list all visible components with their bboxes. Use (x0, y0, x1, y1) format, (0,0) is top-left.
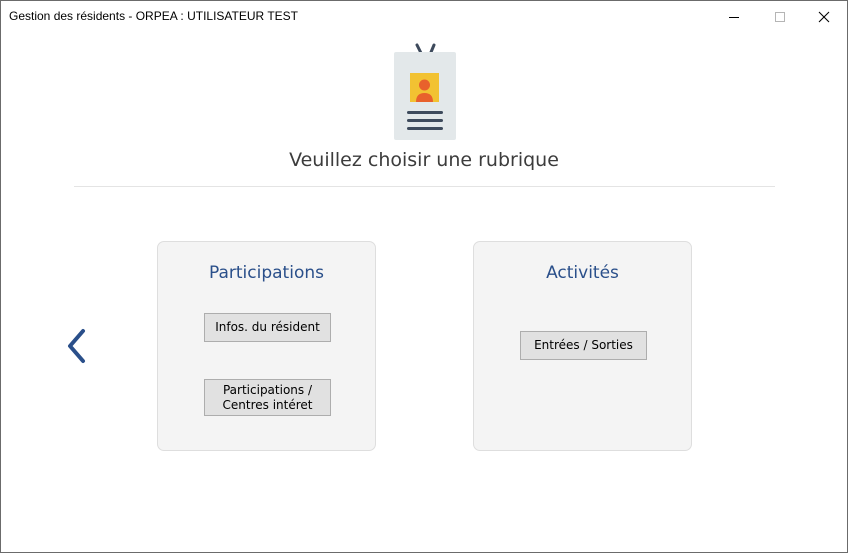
title-bar[interactable]: Gestion des résidents - ORPEA : UTILISAT… (1, 1, 847, 32)
entrees-sorties-button[interactable]: Entrées / Sorties (520, 331, 647, 360)
button-label: Infos. du résident (215, 320, 320, 334)
close-button[interactable] (801, 1, 847, 32)
chevron-left-icon[interactable] (63, 328, 91, 364)
card-title: Activités (546, 263, 619, 283)
page-heading: Veuillez choisir une rubrique (289, 149, 559, 171)
card-title: Participations (209, 263, 324, 283)
card-activites: Activités Entrées / Sorties (473, 241, 692, 451)
button-label: Entrées / Sorties (534, 338, 633, 352)
card-participations: Participations Infos. du résident Partic… (157, 241, 376, 451)
id-badge-icon (394, 43, 456, 140)
button-label-line-2: Centres intéret (222, 397, 313, 412)
close-icon (818, 11, 830, 22)
button-label-line-1: Participations / (222, 382, 313, 397)
app-window: Gestion des résidents - ORPEA : UTILISAT… (0, 0, 848, 553)
window-title: Gestion des résidents - ORPEA : UTILISAT… (9, 9, 298, 23)
infos-resident-button[interactable]: Infos. du résident (204, 313, 331, 342)
minimize-button[interactable] (711, 1, 757, 32)
divider (74, 186, 775, 187)
minimize-icon (729, 16, 739, 18)
maximize-icon (775, 11, 785, 22)
maximize-button[interactable] (757, 1, 803, 32)
participations-centres-interet-button[interactable]: Participations / Centres intéret (204, 379, 331, 416)
